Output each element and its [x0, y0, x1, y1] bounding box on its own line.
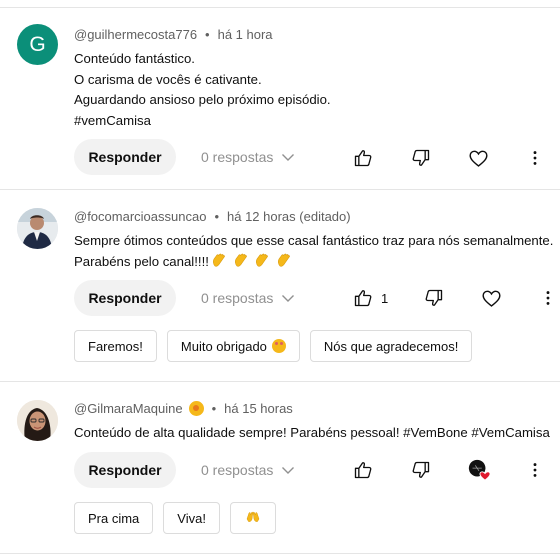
avatar[interactable]: G — [17, 24, 58, 65]
reply-button[interactable]: Responder — [74, 452, 176, 488]
thumbs-down-icon — [425, 289, 443, 306]
more-vert-icon — [533, 151, 537, 165]
dislike-button[interactable] — [422, 286, 446, 310]
thumbs-up-icon — [354, 462, 372, 479]
chip-label: Faremos! — [88, 338, 143, 354]
creator-heart-icon — [468, 459, 491, 481]
heart-icon — [481, 290, 501, 307]
more-actions-button[interactable] — [523, 146, 547, 170]
avatar[interactable] — [17, 208, 58, 249]
like-button[interactable] — [351, 286, 375, 310]
avatar-photo — [17, 400, 58, 441]
heart-button[interactable] — [466, 146, 490, 170]
avatar-photo — [17, 208, 58, 249]
comment-divider — [0, 553, 560, 554]
replies-toggle[interactable]: 0 respostas — [201, 280, 295, 316]
like-button[interactable] — [351, 146, 375, 170]
comment-divider — [0, 381, 560, 382]
comment-line: Conteúdo de alta qualidade sempre! Parab… — [74, 425, 550, 440]
more-vert-icon — [546, 291, 550, 305]
quick-reply-chip[interactable]: Viva! — [163, 502, 220, 534]
clapping-hands-icon — [212, 253, 225, 267]
heart-icon — [468, 150, 488, 167]
comment-time[interactable]: há 12 horas (editado) — [227, 209, 351, 224]
comment-divider — [0, 189, 560, 190]
raised-hands-icon — [246, 511, 260, 522]
quick-reply-chip[interactable]: Nós que agradecemos! — [309, 330, 473, 362]
creator-heart-button[interactable] — [467, 458, 491, 482]
clapping-hands-icon — [277, 253, 290, 267]
comment-line: Conteúdo fantástico. — [74, 51, 195, 66]
comment-meta: @GilmaraMaquine • há 15 horas — [74, 401, 293, 416]
author-handle[interactable]: @GilmaraMaquine — [74, 401, 183, 416]
replies-toggle[interactable]: 0 respostas — [201, 452, 295, 488]
meta-separator: • — [211, 401, 217, 416]
thumbs-down-icon — [412, 461, 430, 478]
avatar-letter: G — [29, 32, 46, 56]
comment-text: Conteúdo fantástico. O carisma de vocês … — [74, 49, 331, 132]
more-actions-button[interactable] — [523, 458, 547, 482]
author-handle[interactable]: @guilhermecosta776 — [74, 27, 197, 42]
dislike-button[interactable] — [409, 458, 433, 482]
comment-line-wrap: Parabéns pelo canal!!!! — [74, 252, 553, 273]
author-handle[interactable]: @focomarcioassuncao — [74, 209, 206, 224]
comment-text: Conteúdo de alta qualidade sempre! Parab… — [74, 423, 550, 444]
quick-reply-chip[interactable]: Faremos! — [74, 330, 157, 362]
avatar[interactable] — [17, 400, 58, 441]
comment-meta: @focomarcioassuncao • há 12 horas (edita… — [74, 209, 351, 224]
reply-button[interactable]: Responder — [74, 139, 176, 175]
meta-separator: • — [214, 209, 219, 224]
thumbs-up-icon — [354, 150, 372, 167]
heart-button[interactable] — [479, 286, 503, 310]
chevron-down-icon — [282, 154, 295, 161]
quick-reply-chip[interactable]: Pra cima — [74, 502, 154, 534]
clapping-hands-icon — [234, 253, 247, 267]
meta-separator: • — [205, 27, 210, 42]
chip-label: Viva! — [177, 510, 206, 526]
comment-line: Aguardando ansioso pelo próximo episódio… — [74, 92, 331, 108]
clapping-hands-icon — [256, 253, 269, 267]
comment-line: Parabéns pelo canal!!!! — [74, 253, 209, 269]
thumbs-down-icon — [412, 149, 430, 166]
replies-count: 0 respostas — [201, 290, 274, 306]
chevron-down-icon — [282, 467, 295, 474]
chip-label: Pra cima — [88, 510, 140, 526]
dislike-button[interactable] — [409, 146, 433, 170]
reply-button[interactable]: Responder — [74, 280, 176, 316]
comment-time[interactable]: há 1 hora — [218, 27, 273, 42]
replies-count: 0 respostas — [201, 462, 274, 478]
more-vert-icon — [533, 463, 537, 477]
quick-reply-chips: Faremos! Muito obrigado Nós que agradece… — [74, 330, 482, 362]
comment-line: #vemCamisa — [74, 113, 151, 129]
replies-count: 0 respostas — [201, 149, 274, 165]
smiling-face-icon — [271, 339, 286, 353]
comment-meta: @guilhermecosta776 • há 1 hora — [74, 27, 273, 42]
comment-time[interactable]: há 15 horas — [224, 401, 293, 416]
comment-text: Sempre ótimos conteúdos que esse casal f… — [74, 231, 553, 272]
like-count: 1 — [381, 291, 389, 306]
chip-label: Nós que agradecemos! — [323, 338, 459, 354]
more-actions-button[interactable] — [536, 286, 560, 310]
chevron-down-icon — [282, 295, 295, 302]
comment-line: Sempre ótimos conteúdos que esse casal f… — [74, 233, 554, 248]
quick-reply-chip[interactable] — [229, 502, 276, 534]
thumbs-up-icon — [354, 290, 372, 307]
top-divider — [0, 7, 560, 8]
quick-reply-chip[interactable]: Muito obrigado — [166, 330, 300, 362]
replies-toggle[interactable]: 0 respostas — [201, 139, 295, 175]
chip-label: Muito obrigado — [180, 338, 267, 354]
channel-emoji-icon — [188, 401, 204, 416]
clap-emojis — [209, 252, 292, 275]
comment-line: O carisma de vocês é cativante. — [74, 71, 262, 87]
like-button[interactable] — [351, 458, 375, 482]
quick-reply-chips: Pra cima Viva! — [74, 502, 286, 534]
